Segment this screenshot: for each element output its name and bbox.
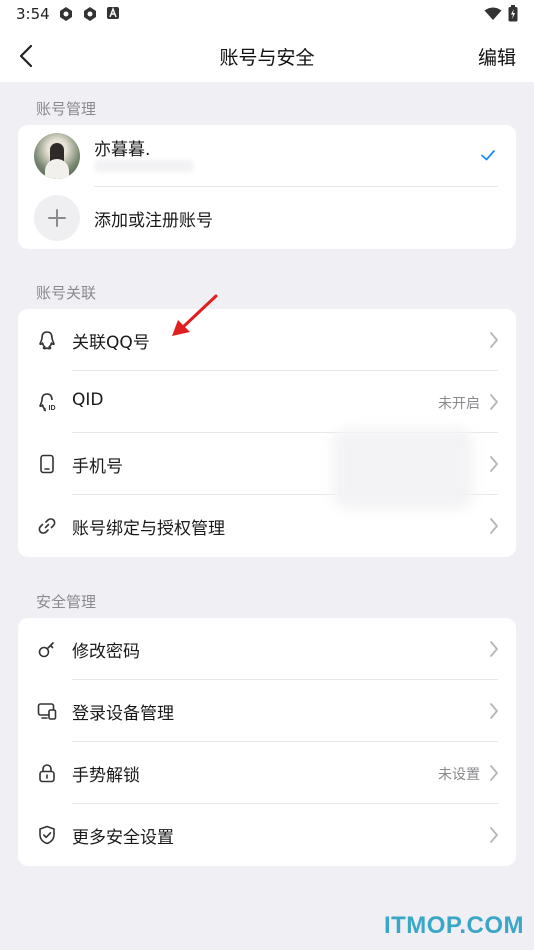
avatar bbox=[34, 133, 80, 179]
qq-link-icon bbox=[36, 329, 58, 351]
chevron-right-icon bbox=[490, 518, 498, 534]
add-account-button bbox=[34, 195, 80, 241]
chevron-right-icon bbox=[490, 394, 498, 410]
row-label: QID bbox=[72, 390, 104, 410]
chevron-right-icon bbox=[490, 332, 498, 348]
account-id-blurred bbox=[94, 160, 194, 172]
app-notification-icon bbox=[84, 7, 96, 21]
linking-row-qid[interactable]: ID QID 未开启 bbox=[18, 371, 516, 433]
security-row-gesture-lock[interactable]: 手势解锁 未设置 bbox=[18, 742, 516, 804]
account-card: 亦暮暮. 添加或注册账号 bbox=[18, 125, 516, 249]
linking-row-qq[interactable]: 关联QQ号 bbox=[18, 309, 516, 371]
shield-icon bbox=[36, 824, 58, 846]
row-label: 关联QQ号 bbox=[72, 333, 150, 353]
row-label: 修改密码 bbox=[72, 642, 140, 662]
annotation-arrow-icon bbox=[172, 294, 218, 336]
security-row-more[interactable]: 更多安全设置 bbox=[18, 804, 516, 866]
security-row-devices[interactable]: 登录设备管理 bbox=[18, 680, 516, 742]
row-label: 登录设备管理 bbox=[72, 704, 174, 724]
security-card: 修改密码 登录设备管理 手势解锁 未设置 更多安全设置 bbox=[18, 618, 516, 866]
add-account-label: 添加或注册账号 bbox=[94, 211, 213, 231]
app-notification-icon bbox=[60, 7, 72, 21]
devices-icon bbox=[36, 700, 58, 722]
wifi-icon bbox=[484, 7, 502, 20]
row-label: 手势解锁 bbox=[72, 766, 140, 786]
security-row-password[interactable]: 修改密码 bbox=[18, 618, 516, 680]
account-linking-card: 关联QQ号 ID QID 未开启 手机号 账号绑定与授权管理 bbox=[18, 309, 516, 557]
chevron-right-icon bbox=[490, 765, 498, 781]
navigation-bar: 账号与安全 编辑 bbox=[0, 30, 534, 82]
status-notification-icons bbox=[58, 6, 120, 22]
svg-text:ID: ID bbox=[49, 405, 56, 412]
status-bar: 3:54 bbox=[0, 0, 534, 30]
row-label: 手机号 bbox=[72, 457, 123, 477]
edit-button[interactable]: 编辑 bbox=[478, 43, 516, 70]
status-time: 3:54 bbox=[16, 5, 50, 23]
chevron-right-icon bbox=[490, 641, 498, 657]
row-label: 账号绑定与授权管理 bbox=[72, 519, 225, 539]
checkmark-icon bbox=[481, 150, 495, 161]
qid-icon: ID bbox=[36, 391, 58, 413]
key-icon bbox=[36, 638, 58, 660]
current-account-row[interactable]: 亦暮暮. bbox=[18, 125, 516, 187]
battery-icon bbox=[508, 5, 518, 22]
row-value: 未设置 bbox=[438, 767, 480, 783]
add-account-row[interactable]: 添加或注册账号 bbox=[18, 187, 516, 249]
row-value: 未开启 bbox=[438, 396, 480, 412]
section-header-security-management: 安全管理 bbox=[36, 593, 97, 611]
phone-icon bbox=[36, 453, 58, 475]
link-icon bbox=[36, 515, 58, 537]
status-system-icons bbox=[484, 5, 518, 22]
chevron-right-icon bbox=[490, 456, 498, 472]
page-title: 账号与安全 bbox=[219, 47, 315, 69]
watermark: ITMOP.COM bbox=[383, 912, 524, 939]
lock-icon bbox=[36, 762, 58, 784]
chevron-right-icon bbox=[490, 827, 498, 843]
account-name: 亦暮暮. bbox=[94, 140, 151, 160]
app-notification-icon bbox=[107, 7, 119, 19]
row-label: 更多安全设置 bbox=[72, 828, 174, 848]
chevron-right-icon bbox=[490, 703, 498, 719]
section-header-account-linking: 账号关联 bbox=[36, 284, 97, 302]
section-header-account-management: 账号管理 bbox=[36, 100, 97, 118]
plus-icon bbox=[48, 209, 66, 227]
privacy-blur bbox=[333, 429, 473, 509]
